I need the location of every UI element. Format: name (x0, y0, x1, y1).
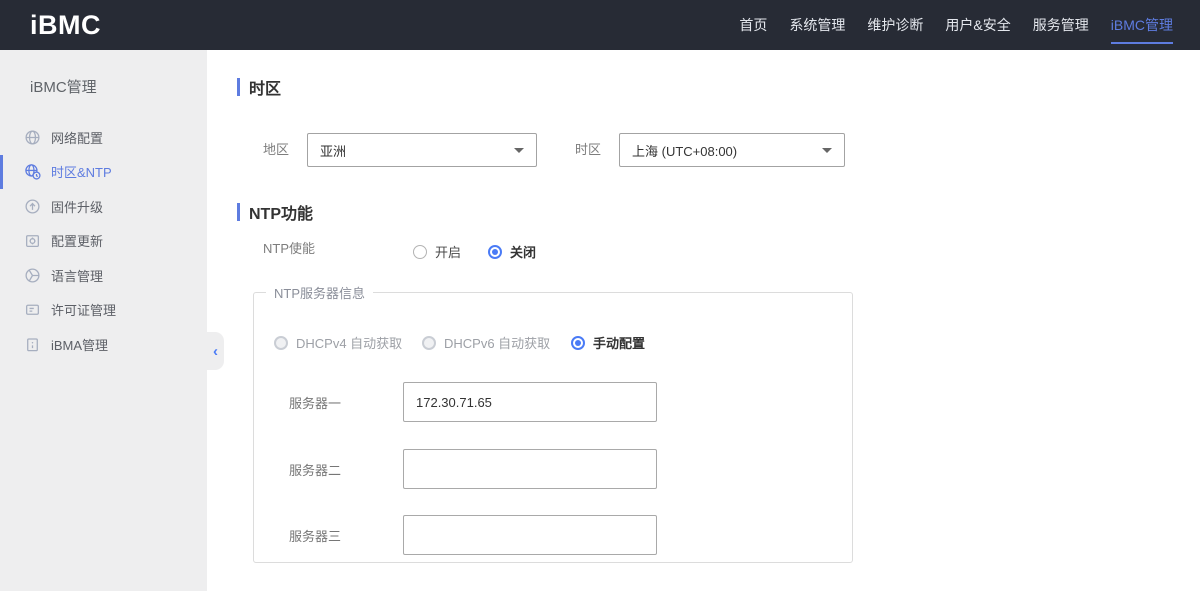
sidebar-item-license-management[interactable]: 许可证管理 (0, 293, 207, 328)
sidebar-item-label: 固件升级 (51, 199, 104, 215)
ibmc-settings-page: iBMC 首页 系统管理 维护诊断 用户&安全 服务管理 iBMC管理 iBMC… (0, 0, 1200, 591)
server-one-row: 服务器一 (289, 382, 657, 422)
region-label: 地区 (263, 142, 290, 157)
server-three-label: 服务器三 (289, 528, 342, 544)
ntp-enable-off-radio[interactable]: 关闭 (488, 242, 536, 261)
ntp-server-info-legend: NTP服务器信息 (274, 286, 366, 301)
dhcpv6-auto-radio[interactable]: DHCPv6 自动获取 (422, 333, 550, 352)
nav-item-home[interactable]: 首页 (728, 0, 778, 50)
nav-item-maintenance[interactable]: 维护诊断 (856, 0, 934, 50)
globe-icon (25, 130, 40, 145)
region-select-value: 亚洲 (320, 143, 347, 159)
ntp-section-title: NTP功能 (237, 202, 313, 223)
sidebar-item-network-config[interactable]: 网络配置 (0, 120, 207, 155)
server-one-input[interactable] (403, 382, 657, 422)
sidebar-item-config-update[interactable]: 配置更新 (0, 224, 207, 259)
timezone-label: 时区 (575, 142, 602, 157)
chevron-left-icon: ‹ (213, 342, 218, 360)
server-three-row: 服务器三 (289, 515, 657, 555)
package-icon (27, 338, 38, 352)
chevron-down-icon (822, 147, 832, 153)
sidebar-item-label: iBMA管理 (51, 337, 109, 353)
radio-unchecked-icon (413, 244, 427, 259)
radio-disabled-icon (274, 335, 288, 350)
sidebar-item-timezone-ntp[interactable]: 时区&NTP (0, 154, 207, 189)
nav-item-ibmc-management[interactable]: iBMC管理 (1100, 0, 1184, 50)
chevron-down-icon (514, 147, 524, 153)
section-title-bar (237, 78, 240, 96)
top-nav: 首页 系统管理 维护诊断 用户&安全 服务管理 iBMC管理 (728, 0, 1184, 50)
config-update-icon (26, 235, 39, 248)
sidebar-item-ibma-management[interactable]: iBMA管理 (0, 327, 207, 362)
nav-item-system[interactable]: 系统管理 (778, 0, 856, 50)
timezone-select-value: 上海 (UTC+08:00) (632, 143, 738, 159)
sidebar-title: iBMC管理 (30, 79, 97, 96)
section-title-bar (237, 203, 240, 221)
sidebar-menu: 网络配置 时区&NTP 固件升级 配置更新 语言管理 许可证管理 iBMA管理 (0, 120, 207, 362)
region-select[interactable]: 亚洲 (307, 133, 537, 167)
language-icon (25, 268, 40, 283)
sidebar-item-label: 许可证管理 (51, 303, 117, 319)
server-two-input[interactable] (403, 449, 657, 489)
top-header: iBMC 首页 系统管理 维护诊断 用户&安全 服务管理 iBMC管理 (0, 0, 1200, 50)
firmware-upload-icon (25, 199, 40, 214)
radio-disabled-icon (422, 335, 436, 350)
sidebar-collapse-handle[interactable]: ‹ (207, 332, 224, 370)
nav-item-services[interactable]: 服务管理 (1022, 0, 1100, 50)
server-two-row: 服务器二 (289, 449, 657, 489)
ntp-server-info-group: NTP服务器信息 DHCPv4 自动获取 DHCPv6 自动获取 手动配置 服务… (253, 283, 853, 563)
ntp-enable-label: NTP使能 (263, 241, 316, 256)
server-one-label: 服务器一 (289, 395, 342, 411)
dhcpv4-auto-radio[interactable]: DHCPv4 自动获取 (274, 333, 402, 352)
manual-config-radio[interactable]: 手动配置 (571, 333, 645, 352)
nav-item-user-security[interactable]: 用户&安全 (934, 0, 1021, 50)
server-two-label: 服务器二 (289, 462, 342, 478)
timezone-section-title: 时区 (237, 77, 281, 98)
sidebar-item-label: 配置更新 (51, 234, 104, 250)
timezone-select[interactable]: 上海 (UTC+08:00) (619, 133, 845, 167)
timezone-clock-icon (25, 164, 41, 180)
radio-checked-icon (571, 335, 585, 350)
sidebar-item-label: 语言管理 (51, 268, 104, 284)
sidebar-item-language-management[interactable]: 语言管理 (0, 258, 207, 293)
license-icon (26, 304, 39, 316)
sidebar: iBMC管理 网络配置 时区&NTP 固件升级 配置更新 语言管理 许可证管理 … (0, 50, 207, 591)
radio-checked-icon (488, 244, 502, 259)
ibmc-logo: iBMC (30, 10, 101, 40)
sidebar-item-label: 时区&NTP (51, 165, 112, 181)
server-three-input[interactable] (403, 515, 657, 555)
ntp-enable-on-radio[interactable]: 开启 (413, 242, 461, 261)
sidebar-item-firmware-upgrade[interactable]: 固件升级 (0, 189, 207, 224)
sidebar-item-label: 网络配置 (51, 130, 104, 146)
